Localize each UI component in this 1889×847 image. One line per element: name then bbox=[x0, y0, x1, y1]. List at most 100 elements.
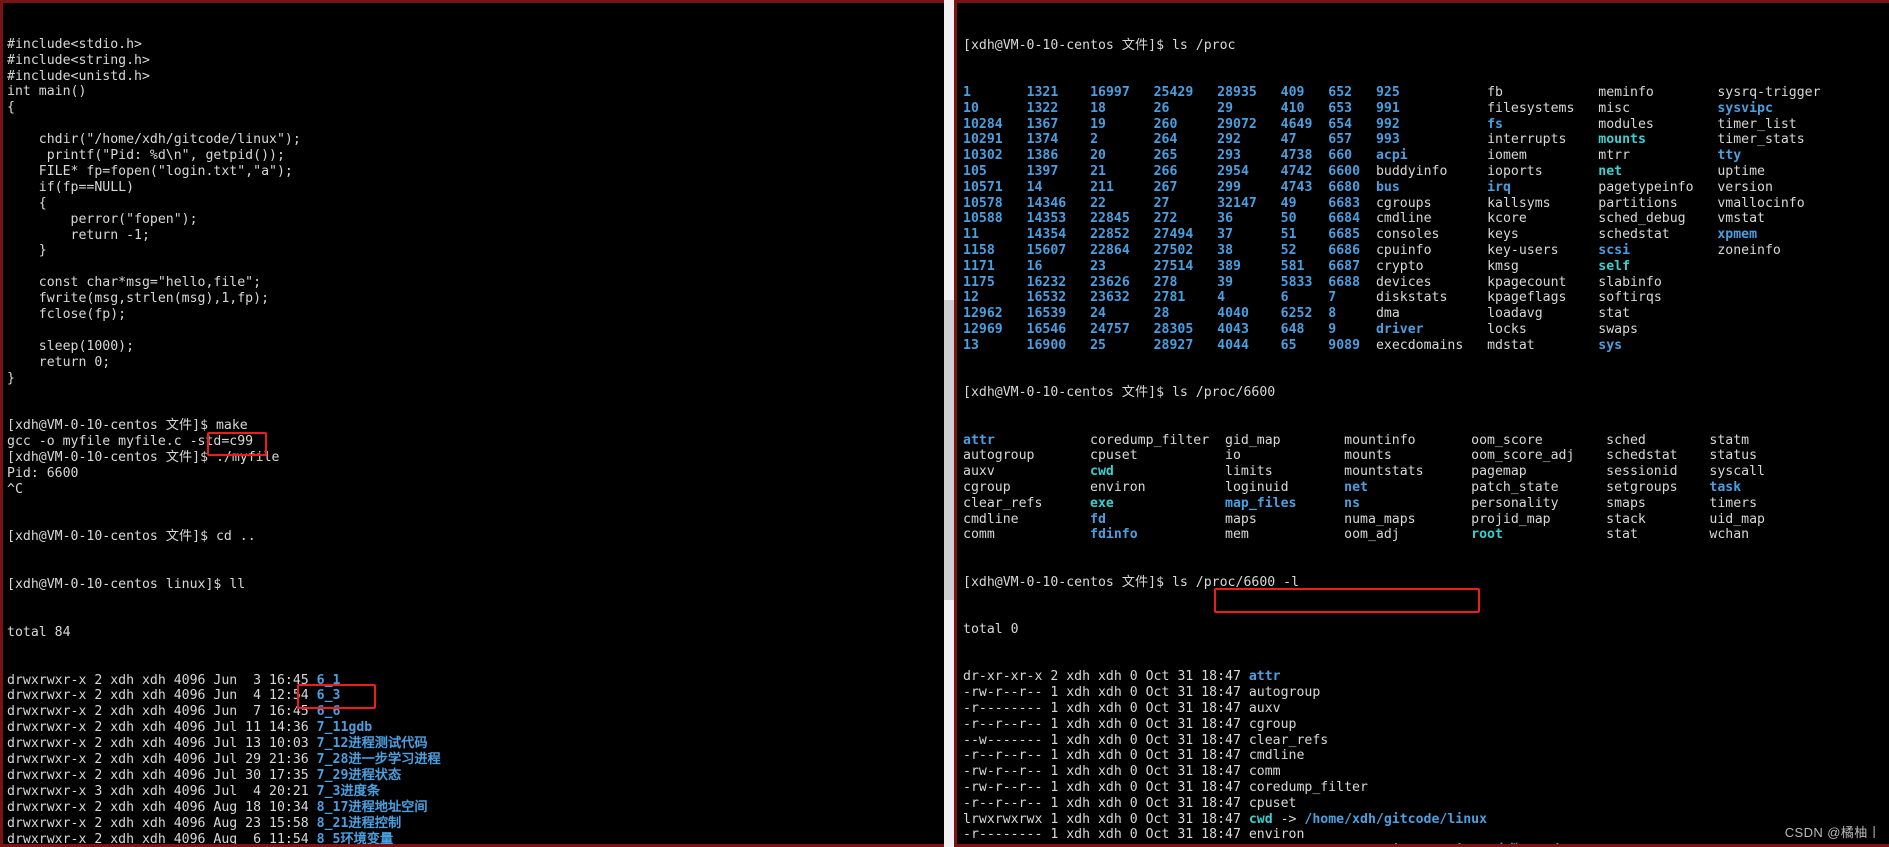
proc-entry: 660 bbox=[1328, 148, 1376, 164]
proc-entry: autogroup bbox=[963, 448, 1091, 464]
long-listing-row: -r-------- 1 xdh xdh 0 Oct 31 18:47 envi… bbox=[963, 827, 1829, 843]
proc-entry: execdomains bbox=[1375, 337, 1488, 353]
proc-entry: 409 bbox=[1280, 84, 1329, 100]
proc-entry bbox=[1717, 259, 1828, 274]
listing-row: drwxrwxr-x 2 xdh xdh 4096 Aug 6 11:54 8_… bbox=[7, 832, 441, 845]
proc-row: 10 1322 18 26 29 410 653 991 filesystems… bbox=[963, 101, 1829, 117]
code-line: fwrite(msg,strlen(msg),1,fp); bbox=[7, 291, 270, 307]
proc-entry: oom_score_adj bbox=[1471, 448, 1607, 464]
listing-row: drwxrwxr-x 2 xdh xdh 4096 Jun 7 16:45 6_… bbox=[7, 704, 441, 720]
proc-entry bbox=[1717, 275, 1828, 290]
code-line: const char*msg="hello,file"; bbox=[7, 275, 262, 291]
ls-proc6600-command-row: [xdh@VM-0-10-centos 文件]$ ls /proc/6600 bbox=[963, 385, 1829, 401]
proc-entry: iomem bbox=[1487, 148, 1599, 164]
proc-entry: driver bbox=[1375, 321, 1488, 337]
proc-entry: clear_refs bbox=[963, 495, 1091, 511]
proc-entry: 4043 bbox=[1217, 321, 1281, 337]
code-line: return 0; bbox=[7, 354, 111, 370]
proc-entry: 5833 bbox=[1280, 274, 1329, 290]
screenshot-root: #include<stdio.h> #include<string.h> #incl… bbox=[0, 0, 1889, 847]
proc-entry: cpuinfo bbox=[1375, 242, 1488, 258]
ls-proc-command[interactable]: [xdh@VM-0-10-centos 文件]$ ls /proc bbox=[963, 38, 1236, 53]
long-listing-name: cmdline bbox=[1248, 748, 1305, 764]
proc6600-row: autogroup cpuset io mounts oom_score_adj… bbox=[963, 448, 1829, 464]
proc-entry: environ bbox=[1090, 479, 1226, 495]
ll-command[interactable]: ll bbox=[229, 577, 245, 592]
proc-entry: modules bbox=[1598, 116, 1718, 132]
proc-entry: 1367 bbox=[1026, 116, 1091, 132]
long-listing-name: cwd bbox=[1248, 811, 1273, 827]
proc-row: 1175 16232 23626 278 39 5833 6688 device… bbox=[963, 275, 1829, 291]
right-terminal-body[interactable]: [xdh@VM-0-10-centos 文件]$ ls /proc 1 1321… bbox=[954, 0, 1889, 847]
proc-row: 10284 1367 19 260 29072 4649 654 992 fs … bbox=[963, 117, 1829, 133]
proc-entry: net bbox=[1344, 479, 1472, 495]
proc-entry: 16532 bbox=[1026, 290, 1091, 306]
listing-name: 7_3进度条 bbox=[316, 783, 381, 799]
proc-entry: 1322 bbox=[1026, 100, 1091, 116]
proc-entry: 211 bbox=[1090, 179, 1154, 195]
long-listing-meta: lrwxrwxrwx 1 xdh xdh 0 Oct 31 18:47 bbox=[963, 843, 1249, 844]
proc-entry: 1397 bbox=[1026, 163, 1091, 179]
proc-entry: map_files bbox=[1225, 495, 1345, 511]
proc-entry: gid_map bbox=[1225, 432, 1345, 448]
proc-entry: 16539 bbox=[1026, 306, 1091, 322]
proc-row: 11 14354 22852 27494 37 51 6685 consoles… bbox=[963, 227, 1829, 243]
proc-entry: schedstat bbox=[1606, 448, 1710, 464]
link-target: /home/xdh/gitcode/linux bbox=[1304, 811, 1488, 827]
proc-entry: 6680 bbox=[1328, 179, 1376, 195]
proc-entry: keys bbox=[1487, 227, 1599, 243]
ls-proc6600-command[interactable]: [xdh@VM-0-10-centos 文件]$ ls /proc/6600 bbox=[963, 385, 1275, 400]
proc-entry: 12962 bbox=[963, 306, 1027, 322]
proc-entry: 6 bbox=[1280, 290, 1329, 306]
link-target: /home/xdh/gitcode/linux/文件/myfile bbox=[1304, 843, 1577, 844]
proc-entry: cmdline bbox=[963, 511, 1091, 527]
ls-proc6600-l-command[interactable]: [xdh@VM-0-10-centos 文件]$ ls /proc/6600 -… bbox=[963, 575, 1299, 590]
ll-prompt-row: [xdh@VM-0-10-centos linux]$ ll bbox=[7, 577, 441, 593]
proc-entry: 22864 bbox=[1090, 242, 1154, 258]
proc-entry: 654 bbox=[1328, 116, 1376, 132]
proc-entry: kpageflags bbox=[1487, 290, 1599, 306]
proc-entry: misc bbox=[1598, 100, 1718, 116]
proc-entry: 14 bbox=[1026, 179, 1091, 195]
proc-entry: limits bbox=[1225, 464, 1345, 480]
shell-line: [xdh@VM-0-10-centos 文件]$ make bbox=[7, 418, 248, 434]
scrollbar-track[interactable] bbox=[944, 0, 954, 847]
proc-entry: 6686 bbox=[1328, 242, 1376, 258]
shell-line: gcc -o myfile myfile.c -std=c99 bbox=[7, 434, 254, 450]
proc-entry: 581 bbox=[1280, 258, 1329, 274]
proc-entry: sysvipc bbox=[1717, 100, 1829, 116]
proc-entry bbox=[1717, 322, 1828, 337]
shell-line: [xdh@VM-0-10-centos 文件]$ ./myfile bbox=[7, 450, 280, 465]
long-listing-name: exe bbox=[1249, 843, 1273, 844]
proc-entry: mdstat bbox=[1487, 337, 1599, 353]
proc-entry: maps bbox=[1225, 511, 1345, 527]
proc-row: 12 16532 23632 2781 4 6 7 diskstats kpag… bbox=[963, 290, 1829, 306]
left-terminal-pane[interactable]: #include<stdio.h> #include<string.h> #incl… bbox=[0, 0, 944, 847]
proc-entry: self bbox=[1598, 258, 1718, 274]
proc-entry: 2781 bbox=[1153, 290, 1218, 306]
listing-name: 6_6 bbox=[316, 704, 341, 720]
listing-name: 7_29进程状态 bbox=[316, 767, 402, 783]
long-listing-meta: -rw-r--r-- 1 xdh xdh 0 Oct 31 18:47 bbox=[963, 780, 1249, 796]
proc-entry: 10 bbox=[963, 100, 1027, 116]
listing-row: drwxrwxr-x 2 xdh xdh 4096 Jun 4 12:54 6_… bbox=[7, 688, 441, 704]
listing-name: 6_1 bbox=[316, 672, 341, 688]
proc-entry: xpmem bbox=[1717, 227, 1829, 243]
proc-entry: ns bbox=[1344, 495, 1472, 511]
proc-row: 10588 14353 22845 272 36 50 6684 cmdline… bbox=[963, 211, 1829, 227]
long-listing-name: environ bbox=[1248, 827, 1305, 843]
proc-entry: 16 bbox=[1026, 258, 1091, 274]
proc-entry bbox=[1717, 338, 1828, 353]
cd-command[interactable]: cd .. bbox=[216, 529, 256, 544]
right-terminal-pane[interactable]: [xdh@VM-0-10-centos 文件]$ ls /proc 1 1321… bbox=[944, 0, 1889, 847]
proc-entry: 32147 bbox=[1217, 195, 1281, 211]
proc-entry: 4738 bbox=[1280, 148, 1329, 164]
scrollbar-thumb[interactable] bbox=[944, 300, 954, 600]
code-line: #include<stdio.h> bbox=[7, 36, 142, 52]
listing-row: drwxrwxr-x 2 xdh xdh 4096 Jul 11 14:36 7… bbox=[7, 720, 441, 736]
proc-entry: 1374 bbox=[1026, 132, 1091, 148]
proc-entry: 8 bbox=[1328, 306, 1376, 322]
listing-meta: drwxrwxr-x 3 xdh xdh 4096 Jul 4 20:21 bbox=[7, 783, 317, 799]
proc6600-entries-grid: attr coredump_filter gid_map mountinfo o… bbox=[963, 433, 1829, 544]
